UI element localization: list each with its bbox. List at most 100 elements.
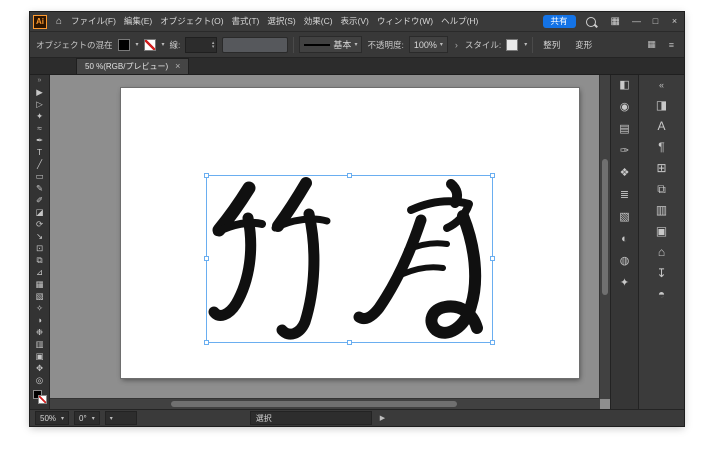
tab-close-icon[interactable]: × [175,62,180,71]
transform-button[interactable]: 変形 [570,38,597,52]
home-icon[interactable]: ⌂ [51,16,67,27]
opacity-dropdown[interactable]: 100% ▾ [408,36,448,53]
stepper-arrows-icon[interactable]: ▴ ▾ [210,40,217,49]
eyedropper-tool[interactable]: ✧ [30,302,49,314]
eraser-tool[interactable]: ◪ [30,206,49,218]
line-segment-tool[interactable]: ╱ [30,158,49,170]
selection-handle[interactable] [490,173,495,178]
layers-panel-icon[interactable]: ▥ [656,204,667,217]
asset-export-panel-icon[interactable]: ↧ [656,267,666,280]
lasso-tool[interactable]: ≈ [30,122,49,134]
menu-item[interactable]: 編集(E) [120,12,156,31]
zoom-level-dropdown[interactable]: 50% ▾ [35,411,70,425]
chevron-right-icon[interactable]: › [453,40,460,50]
column-graph-tool[interactable]: ▥ [30,338,49,350]
pathfinder-panel-icon[interactable]: ⧉ [657,183,666,196]
gradient-panel-icon[interactable]: ▧ [619,211,629,224]
paintbrush-tool[interactable]: ✎ [30,182,49,194]
libraries-panel-icon[interactable]: ⌂ [658,246,665,259]
isolate-grid-icon[interactable]: ▦ [643,39,660,50]
menu-item[interactable]: 表示(V) [337,12,373,31]
menu-item[interactable]: 書式(T) [228,12,264,31]
selection-handle[interactable] [490,340,495,345]
maximize-button[interactable]: □ [646,12,665,31]
stroke-weight-stepper[interactable]: ▴ ▾ [185,36,218,53]
gradient-tool[interactable]: ▧ [30,290,49,302]
free-transform-tool[interactable]: ⊡ [30,242,49,254]
symbols-panel-icon[interactable]: ❖ [620,167,630,180]
graphic-styles-panel-icon[interactable]: ✦ [620,277,629,290]
rotation-dropdown[interactable]: 0° ▾ [74,411,100,425]
close-button[interactable]: × [665,12,684,31]
mesh-tool[interactable]: ▦ [30,278,49,290]
perspective-grid-tool[interactable]: ⊿ [30,266,49,278]
panel-menu-icon[interactable]: ≡ [665,40,678,50]
color-panel-icon[interactable]: ◧ [619,79,629,92]
search-icon[interactable] [585,16,596,27]
menu-item[interactable]: 選択(S) [263,12,299,31]
align-button[interactable]: 整列 [538,38,565,52]
scale-tool[interactable]: ↘ [30,230,49,242]
rectangle-tool[interactable]: ▭ [30,170,49,182]
stroke-panel-icon[interactable]: ≣ [620,189,629,202]
character-panel-icon[interactable]: A [657,120,665,133]
status-next-icon[interactable]: ▶ [377,414,388,422]
zoom-tool[interactable]: ◎ [30,374,49,386]
stroke-swatch-indicator[interactable] [37,395,47,404]
color-guide-panel-icon[interactable]: ◉ [620,101,630,114]
paragraph-panel-icon[interactable]: ¶ [658,141,664,154]
direct-selection-tool[interactable]: ▷ [30,98,49,110]
selection-handle[interactable] [204,256,209,261]
fill-stroke-indicator[interactable] [32,390,47,404]
horizontal-scrollbar[interactable] [50,398,600,409]
workspace-switcher-icon[interactable]: ▦ [604,16,627,27]
selection-handle[interactable] [346,173,352,178]
artboard[interactable] [121,88,579,378]
toolbar-expand-icon[interactable]: » [38,76,42,86]
properties-panel-icon[interactable]: ◨ [656,99,667,112]
horizontal-scrollbar-thumb[interactable] [171,401,457,407]
fill-chevron-icon[interactable]: ▾ [136,41,139,48]
artboards-panel-icon[interactable]: ▣ [656,225,667,238]
selection-handle[interactable] [346,340,352,345]
artboard-tool[interactable]: ▣ [30,350,49,362]
menu-item[interactable]: ヘルプ(H) [437,12,482,31]
menu-item[interactable]: オブジェクト(O) [156,12,227,31]
shape-builder-tool[interactable]: ⧉ [30,254,49,266]
share-button[interactable]: 共有 [542,15,576,28]
transparency-panel-icon[interactable]: ◐ [621,233,628,246]
brush-definition-dropdown[interactable]: 基本 ▾ [299,36,363,53]
blend-tool[interactable]: ◑ [30,314,49,326]
comments-panel-icon[interactable]: ◓ [658,288,665,301]
selection-handle[interactable] [204,173,209,178]
symbol-sprayer-tool[interactable]: ❉ [30,326,49,338]
collapse-dock-icon[interactable]: « [659,79,664,91]
menu-item[interactable]: 効果(C) [300,12,337,31]
app-logo-icon[interactable]: Ai [33,14,47,29]
vertical-scrollbar[interactable] [599,75,610,399]
vertical-scrollbar-thumb[interactable] [602,159,608,296]
stroke-color-swatch[interactable] [143,38,156,51]
appearance-panel-icon[interactable]: ◍ [620,255,630,268]
stroke-chevron-icon[interactable]: ▾ [162,41,165,48]
graphic-style-swatch[interactable] [506,38,519,51]
document-tab[interactable]: 50 %(RGB/プレビュー) × [76,58,190,74]
canvas-pasteboard[interactable] [50,75,610,409]
selection-bounding-box[interactable] [204,173,495,345]
pencil-tool[interactable]: ✐ [30,194,49,206]
align-panel-icon[interactable]: ⊞ [656,162,666,175]
rotate-tool[interactable]: ⟳ [30,218,49,230]
selection-handle[interactable] [490,256,495,261]
selection-handle[interactable] [204,340,209,345]
pen-tool[interactable]: ✒ [30,134,49,146]
menu-item[interactable]: ファイル(F) [67,12,120,31]
hand-tool[interactable]: ✥ [30,362,49,374]
style-chevron-icon[interactable]: ▾ [524,41,527,48]
swatches-panel-icon[interactable]: ▤ [619,123,629,136]
selection-tool[interactable]: ▶ [30,86,49,98]
minimize-button[interactable]: — [627,12,646,31]
fill-color-swatch[interactable] [117,38,130,51]
artboard-nav-dropdown[interactable]: ▾ [104,411,137,425]
brushes-panel-icon[interactable]: ✑ [620,145,629,158]
width-profile-dropdown[interactable] [222,36,289,53]
